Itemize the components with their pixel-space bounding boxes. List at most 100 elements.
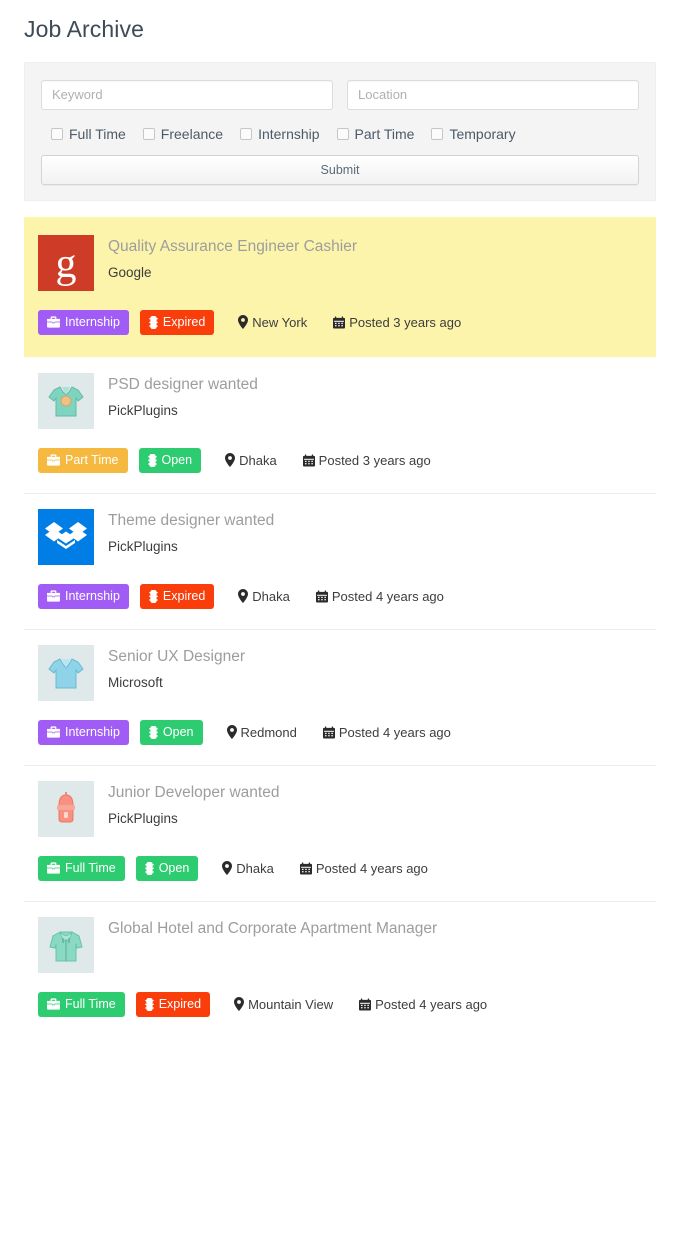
job-list-item[interactable]: Theme designer wanted PickPlugins Intern… bbox=[24, 492, 656, 629]
job-posted-date: Posted 3 years ago bbox=[333, 315, 461, 330]
map-marker-icon bbox=[238, 589, 249, 604]
job-status-badge[interactable]: Open bbox=[138, 447, 202, 473]
filter-checkbox-temporary[interactable]: Temporary bbox=[431, 126, 516, 142]
job-type-badge[interactable]: Part Time bbox=[38, 447, 128, 473]
keyword-input[interactable] bbox=[41, 79, 333, 110]
filter-label: Internship bbox=[258, 125, 320, 142]
job-status-label: Expired bbox=[162, 314, 206, 329]
job-status-badge[interactable]: Open bbox=[135, 855, 199, 881]
map-marker-icon bbox=[225, 453, 236, 468]
job-header: Junior Developer wanted PickPlugins bbox=[38, 780, 642, 837]
checkbox-box-icon[interactable] bbox=[51, 127, 63, 140]
submit-button[interactable]: Submit bbox=[41, 154, 639, 185]
job-type-badge[interactable]: Internship bbox=[38, 309, 129, 335]
job-status-badge[interactable]: Expired bbox=[139, 309, 215, 335]
job-status-badge[interactable]: Expired bbox=[135, 991, 211, 1017]
company-name: Microsoft bbox=[108, 675, 163, 691]
job-title-link[interactable]: Theme designer wanted bbox=[108, 510, 274, 532]
job-posted-label: Posted 4 years ago bbox=[315, 860, 428, 876]
calendar-icon bbox=[359, 998, 372, 1011]
filter-checkbox-internship[interactable]: Internship bbox=[240, 125, 320, 142]
briefcase-icon bbox=[47, 316, 60, 328]
checkbox-box-icon[interactable] bbox=[336, 127, 349, 140]
location-input[interactable] bbox=[347, 79, 639, 110]
company-name: PickPlugins bbox=[108, 403, 178, 419]
job-header: PSD designer wanted PickPlugins bbox=[38, 372, 642, 429]
job-title-link[interactable]: Junior Developer wanted bbox=[108, 782, 279, 804]
job-list-item[interactable]: PSD designer wanted PickPlugins Part Tim… bbox=[24, 356, 656, 493]
job-location-label: Dhaka bbox=[236, 860, 274, 876]
job-badge-row: Internship Expired New York Posted 3 yea… bbox=[38, 309, 642, 335]
job-posted-date: Posted 4 years ago bbox=[299, 860, 428, 876]
job-location-label: Redmond bbox=[240, 724, 297, 740]
map-marker-icon bbox=[222, 861, 233, 876]
job-posted-date: Posted 3 years ago bbox=[302, 452, 431, 468]
job-location: New York bbox=[238, 315, 307, 330]
job-location: Redmond bbox=[226, 724, 297, 740]
job-type-badge[interactable]: Full Time bbox=[38, 991, 125, 1017]
job-location-label: Dhaka bbox=[252, 588, 290, 604]
page-title: Job Archive bbox=[24, 16, 144, 42]
job-text-block: Junior Developer wanted PickPlugins bbox=[108, 781, 279, 828]
job-status-label: Expired bbox=[162, 588, 206, 603]
job-status-label: Open bbox=[158, 860, 190, 875]
map-marker-icon bbox=[234, 997, 245, 1012]
job-type-badge[interactable]: Internship bbox=[38, 719, 129, 745]
job-posted-date: Posted 4 years ago bbox=[315, 589, 444, 604]
traffic-light-icon bbox=[144, 997, 154, 1011]
job-list-item[interactable]: Senior UX Designer Microsoft Internship … bbox=[24, 628, 656, 765]
job-type-filter-group: Full Time Freelance Internship Part Time Tem… bbox=[41, 126, 639, 142]
map-marker-icon bbox=[238, 315, 249, 330]
pink-beanie-graphic bbox=[38, 780, 94, 837]
checkbox-box-icon[interactable] bbox=[142, 127, 155, 140]
filter-label: Freelance bbox=[160, 125, 224, 142]
job-badge-row: Part Time Open Dhaka Posted 3 years ago bbox=[38, 447, 642, 473]
company-name: Google bbox=[108, 265, 152, 281]
job-type-badge[interactable]: Full Time bbox=[38, 855, 125, 881]
job-posted-date: Posted 4 years ago bbox=[322, 725, 451, 740]
job-status-label: Open bbox=[161, 452, 193, 467]
job-list: g Quality Assurance Engineer Cashier Goo… bbox=[24, 216, 656, 1037]
job-list-item[interactable]: Junior Developer wanted PickPlugins Full… bbox=[24, 764, 656, 901]
traffic-light-icon bbox=[149, 725, 158, 739]
checkbox-box-icon[interactable] bbox=[431, 127, 444, 140]
job-posted-label: Posted 3 years ago bbox=[318, 452, 431, 468]
job-list-item[interactable]: Global Hotel and Corporate Apartment Man… bbox=[24, 900, 656, 1037]
company-logo bbox=[38, 508, 94, 565]
job-type-label: Part Time bbox=[65, 452, 119, 467]
job-header: Global Hotel and Corporate Apartment Man… bbox=[38, 916, 642, 973]
traffic-light-icon bbox=[149, 589, 158, 603]
briefcase-icon bbox=[47, 454, 60, 466]
job-text-block: Theme designer wanted PickPlugins bbox=[108, 509, 274, 556]
job-text-block: Global Hotel and Corporate Apartment Man… bbox=[108, 917, 437, 946]
job-title-link[interactable]: PSD designer wanted bbox=[108, 374, 258, 396]
filter-label: Part Time bbox=[354, 125, 415, 142]
filter-label: Full Time bbox=[69, 125, 126, 142]
calendar-icon bbox=[302, 454, 315, 467]
map-marker-icon bbox=[226, 725, 237, 740]
briefcase-icon bbox=[47, 862, 60, 874]
job-status-badge[interactable]: Open bbox=[139, 719, 203, 745]
company-logo bbox=[38, 780, 94, 837]
job-header: Theme designer wanted PickPlugins bbox=[38, 508, 642, 565]
job-status-badge[interactable]: Expired bbox=[139, 583, 215, 609]
job-type-label: Internship bbox=[65, 724, 120, 739]
company-logo bbox=[38, 916, 94, 973]
job-badge-row: Full Time Expired Mountain View Posted 4… bbox=[38, 991, 642, 1017]
filter-checkbox-full-time[interactable]: Full Time bbox=[51, 126, 126, 142]
job-title-link[interactable]: Global Hotel and Corporate Apartment Man… bbox=[108, 918, 437, 940]
job-location: Dhaka bbox=[238, 589, 290, 604]
filter-checkbox-freelance[interactable]: Freelance bbox=[142, 125, 224, 142]
svg-text:g: g bbox=[56, 241, 77, 287]
job-list-item[interactable]: g Quality Assurance Engineer Cashier Goo… bbox=[24, 216, 656, 357]
filter-checkbox-part-time[interactable]: Part Time bbox=[336, 125, 415, 142]
job-title-link[interactable]: Senior UX Designer bbox=[108, 646, 245, 668]
company-logo bbox=[38, 372, 94, 429]
checkbox-box-icon[interactable] bbox=[240, 127, 253, 140]
traffic-light-icon bbox=[147, 453, 157, 467]
job-type-badge[interactable]: Internship bbox=[38, 583, 129, 609]
job-header: Senior UX Designer Microsoft bbox=[38, 644, 642, 701]
green-polo-shirt-graphic bbox=[38, 372, 94, 429]
job-title-link[interactable]: Quality Assurance Engineer Cashier bbox=[108, 236, 357, 258]
job-text-block: Senior UX Designer Microsoft bbox=[108, 645, 245, 692]
